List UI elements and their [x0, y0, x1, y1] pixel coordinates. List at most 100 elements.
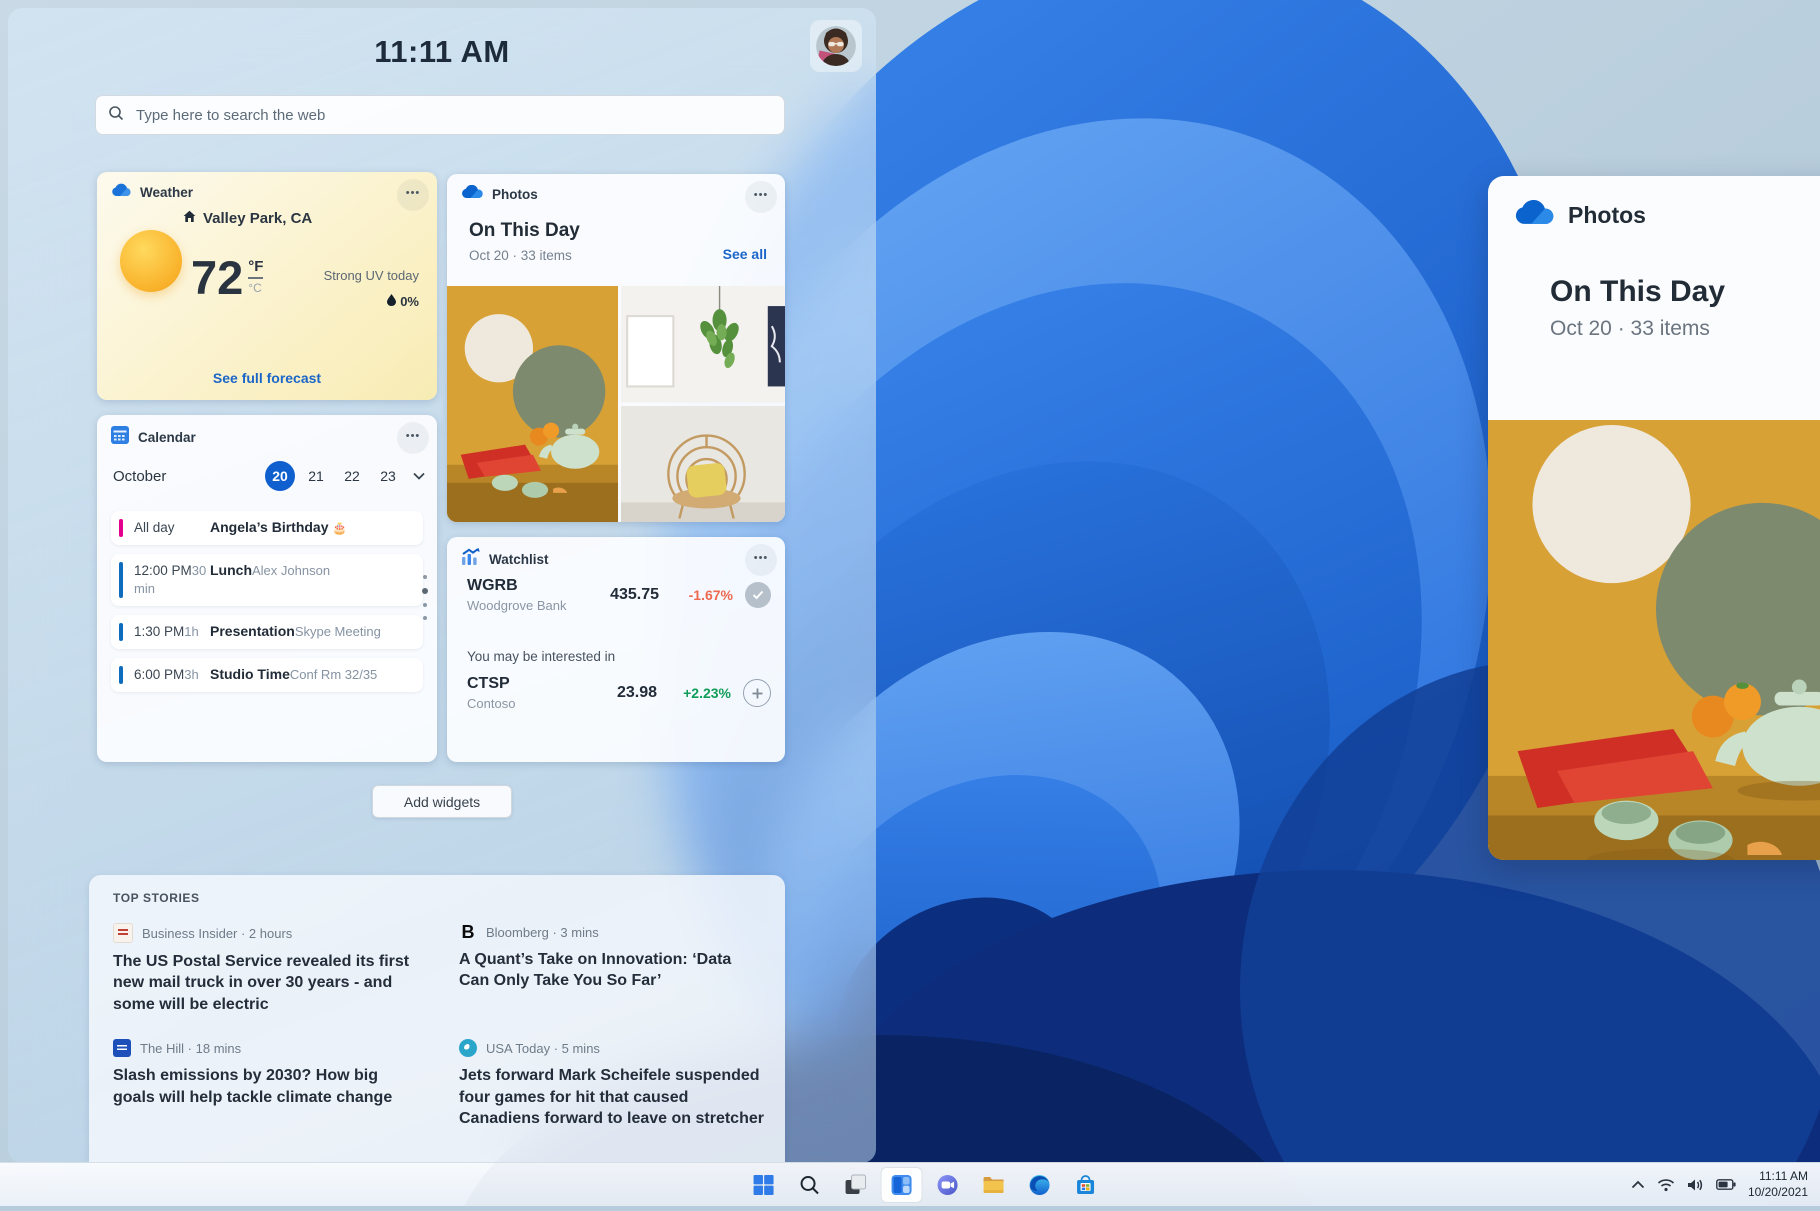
- event-subtitle: Skype Meeting: [295, 624, 381, 639]
- calendar-event[interactable]: All day Angela’s Birthday 🎂: [111, 511, 423, 545]
- stock-change: -1.67%: [675, 587, 733, 603]
- article-meta: The Hill · 18 mins: [140, 1041, 241, 1056]
- calendar-event[interactable]: 6:00 PM3h Studio TimeConf Rm 32/35: [111, 658, 423, 692]
- event-time: All day: [134, 520, 175, 535]
- volume-icon[interactable]: [1687, 1178, 1704, 1192]
- article-headline: Slash emissions by 2030? How big goals w…: [113, 1065, 419, 1108]
- account-button[interactable]: [810, 20, 862, 72]
- stock-row[interactable]: WGRBWoodgrove Bank 435.75 -1.67%: [467, 577, 771, 613]
- event-title: Angela’s Birthday: [210, 519, 329, 535]
- add-to-watchlist-icon[interactable]: [743, 679, 771, 707]
- news-article[interactable]: Business Insider · 2 hours The US Postal…: [113, 923, 419, 1015]
- widgets-clock: 11:11 AM: [8, 34, 876, 70]
- tray-date: 10/20/2021: [1748, 1185, 1808, 1201]
- photo-plant-scene[interactable]: [621, 286, 785, 403]
- weather-widget-title: Weather: [140, 185, 193, 200]
- widgets-panel: 11:11 AM: [8, 8, 876, 1163]
- onedrive-cloud-icon: [1514, 200, 1554, 231]
- event-title: Presentation: [210, 623, 295, 639]
- calendar-date-22[interactable]: 22: [337, 461, 367, 491]
- chevron-up-icon[interactable]: [1631, 1180, 1645, 1189]
- unit-fahrenheit[interactable]: °F: [248, 258, 263, 279]
- weather-widget: Weather ••• Valley Park, CA 72 °F °C Str…: [97, 172, 437, 400]
- web-search-bar[interactable]: [95, 95, 785, 135]
- weather-menu-button[interactable]: •••: [397, 179, 429, 211]
- droplet-icon: [387, 294, 396, 309]
- flyout-photo-teapot-scene: [1488, 420, 1820, 860]
- unit-celsius[interactable]: °C: [248, 281, 261, 295]
- calendar-date-21[interactable]: 21: [301, 461, 331, 491]
- tray-time: 11:11 AM: [1748, 1169, 1808, 1185]
- battery-icon[interactable]: [1716, 1179, 1736, 1190]
- file-explorer-button[interactable]: [973, 1167, 1015, 1203]
- weather-condition: Strong UV today: [324, 268, 419, 283]
- home-icon: [183, 210, 196, 227]
- see-all-link[interactable]: See all: [723, 246, 767, 262]
- watchlist-widget: Watchlist ••• WGRBWoodgrove Bank 435.75 …: [447, 537, 785, 762]
- wifi-icon[interactable]: [1657, 1178, 1675, 1192]
- weather-location: Valley Park, CA: [203, 210, 312, 227]
- photos-widget: Photos ••• On This Day Oct 20 · 33 items…: [447, 174, 785, 522]
- calendar-widget-title: Calendar: [138, 430, 196, 445]
- chat-button[interactable]: [927, 1167, 969, 1203]
- article-headline: The US Postal Service revealed its first…: [113, 951, 419, 1015]
- sun-icon: [120, 230, 182, 292]
- calendar-date-20[interactable]: 20: [265, 461, 295, 491]
- calendar-event[interactable]: 1:30 PM1h PresentationSkype Meeting: [111, 615, 423, 649]
- event-color-bar: [119, 623, 123, 641]
- flyout-subtitle: Oct 20 · 33 items: [1550, 317, 1820, 341]
- task-view-button[interactable]: [835, 1167, 877, 1203]
- stock-company: Contoso: [467, 696, 515, 711]
- photos-flyout-card[interactable]: Photos On This Day Oct 20 · 33 items: [1488, 176, 1820, 860]
- calendar-date-23[interactable]: 23: [373, 461, 403, 491]
- scroll-indicator[interactable]: [422, 575, 428, 620]
- news-article[interactable]: BBloomberg · 3 mins A Quant’s Take on In…: [459, 923, 765, 1015]
- watchlist-widget-title: Watchlist: [489, 552, 549, 567]
- added-check-icon[interactable]: [745, 582, 771, 608]
- article-headline: Jets forward Mark Scheifele suspended fo…: [459, 1065, 765, 1129]
- business-insider-icon: [113, 923, 133, 943]
- event-time: 6:00 PM: [134, 667, 184, 682]
- calendar-event-list: All day Angela’s Birthday 🎂 12:00 PM30 m…: [111, 511, 423, 701]
- tray-clock[interactable]: 11:11 AM 10/20/2021: [1748, 1169, 1808, 1200]
- suggested-stock-row[interactable]: CTSPContoso 23.98 +2.23%: [467, 675, 771, 711]
- event-duration: 3h: [184, 667, 198, 682]
- article-meta: USA Today · 5 mins: [486, 1041, 600, 1056]
- weather-cloud-icon: [111, 183, 131, 202]
- news-article[interactable]: The Hill · 18 mins Slash emissions by 20…: [113, 1039, 419, 1129]
- add-widgets-button[interactable]: Add widgets: [372, 785, 512, 818]
- search-icon: [108, 105, 124, 126]
- event-color-bar: [119, 666, 123, 684]
- edge-button[interactable]: [1019, 1167, 1061, 1203]
- news-article[interactable]: USA Today · 5 mins Jets forward Mark Sch…: [459, 1039, 765, 1129]
- top-stories-header: TOP STORIES: [113, 891, 200, 905]
- start-button[interactable]: [743, 1167, 785, 1203]
- watchlist-menu-button[interactable]: •••: [745, 544, 777, 576]
- user-avatar: [816, 26, 856, 66]
- search-input[interactable]: [134, 106, 772, 125]
- event-title: Lunch: [210, 562, 252, 578]
- widgets-button[interactable]: [881, 1167, 923, 1203]
- see-full-forecast-link[interactable]: See full forecast: [97, 370, 437, 386]
- event-time: 12:00 PM: [134, 563, 192, 578]
- store-button[interactable]: [1065, 1167, 1107, 1203]
- photo-teapot-scene[interactable]: [447, 286, 618, 522]
- stock-price: 435.75: [610, 586, 659, 604]
- calendar-month: October: [113, 468, 166, 485]
- on-this-day-heading: On This Day: [469, 220, 580, 242]
- birthday-cake-emoji: 🎂: [332, 521, 347, 535]
- weather-precipitation-row: 0%: [387, 294, 419, 309]
- top-stories-section: TOP STORIES Business Insider · 2 hours T…: [89, 875, 785, 1163]
- taskbar-search-button[interactable]: [789, 1167, 831, 1203]
- event-subtitle: Conf Rm 32/35: [290, 667, 377, 682]
- event-duration: 1h: [184, 624, 198, 639]
- photos-menu-button[interactable]: •••: [745, 181, 777, 213]
- calendar-menu-button[interactable]: •••: [397, 422, 429, 454]
- photo-chair-scene[interactable]: [621, 406, 785, 523]
- calendar-event[interactable]: 12:00 PM30 min LunchAlex Johnson: [111, 554, 423, 606]
- usa-today-icon: [459, 1039, 477, 1057]
- stock-price: 23.98: [617, 684, 657, 702]
- event-time: 1:30 PM: [134, 624, 184, 639]
- chevron-down-icon[interactable]: [413, 472, 425, 480]
- bloomberg-icon: B: [459, 923, 477, 941]
